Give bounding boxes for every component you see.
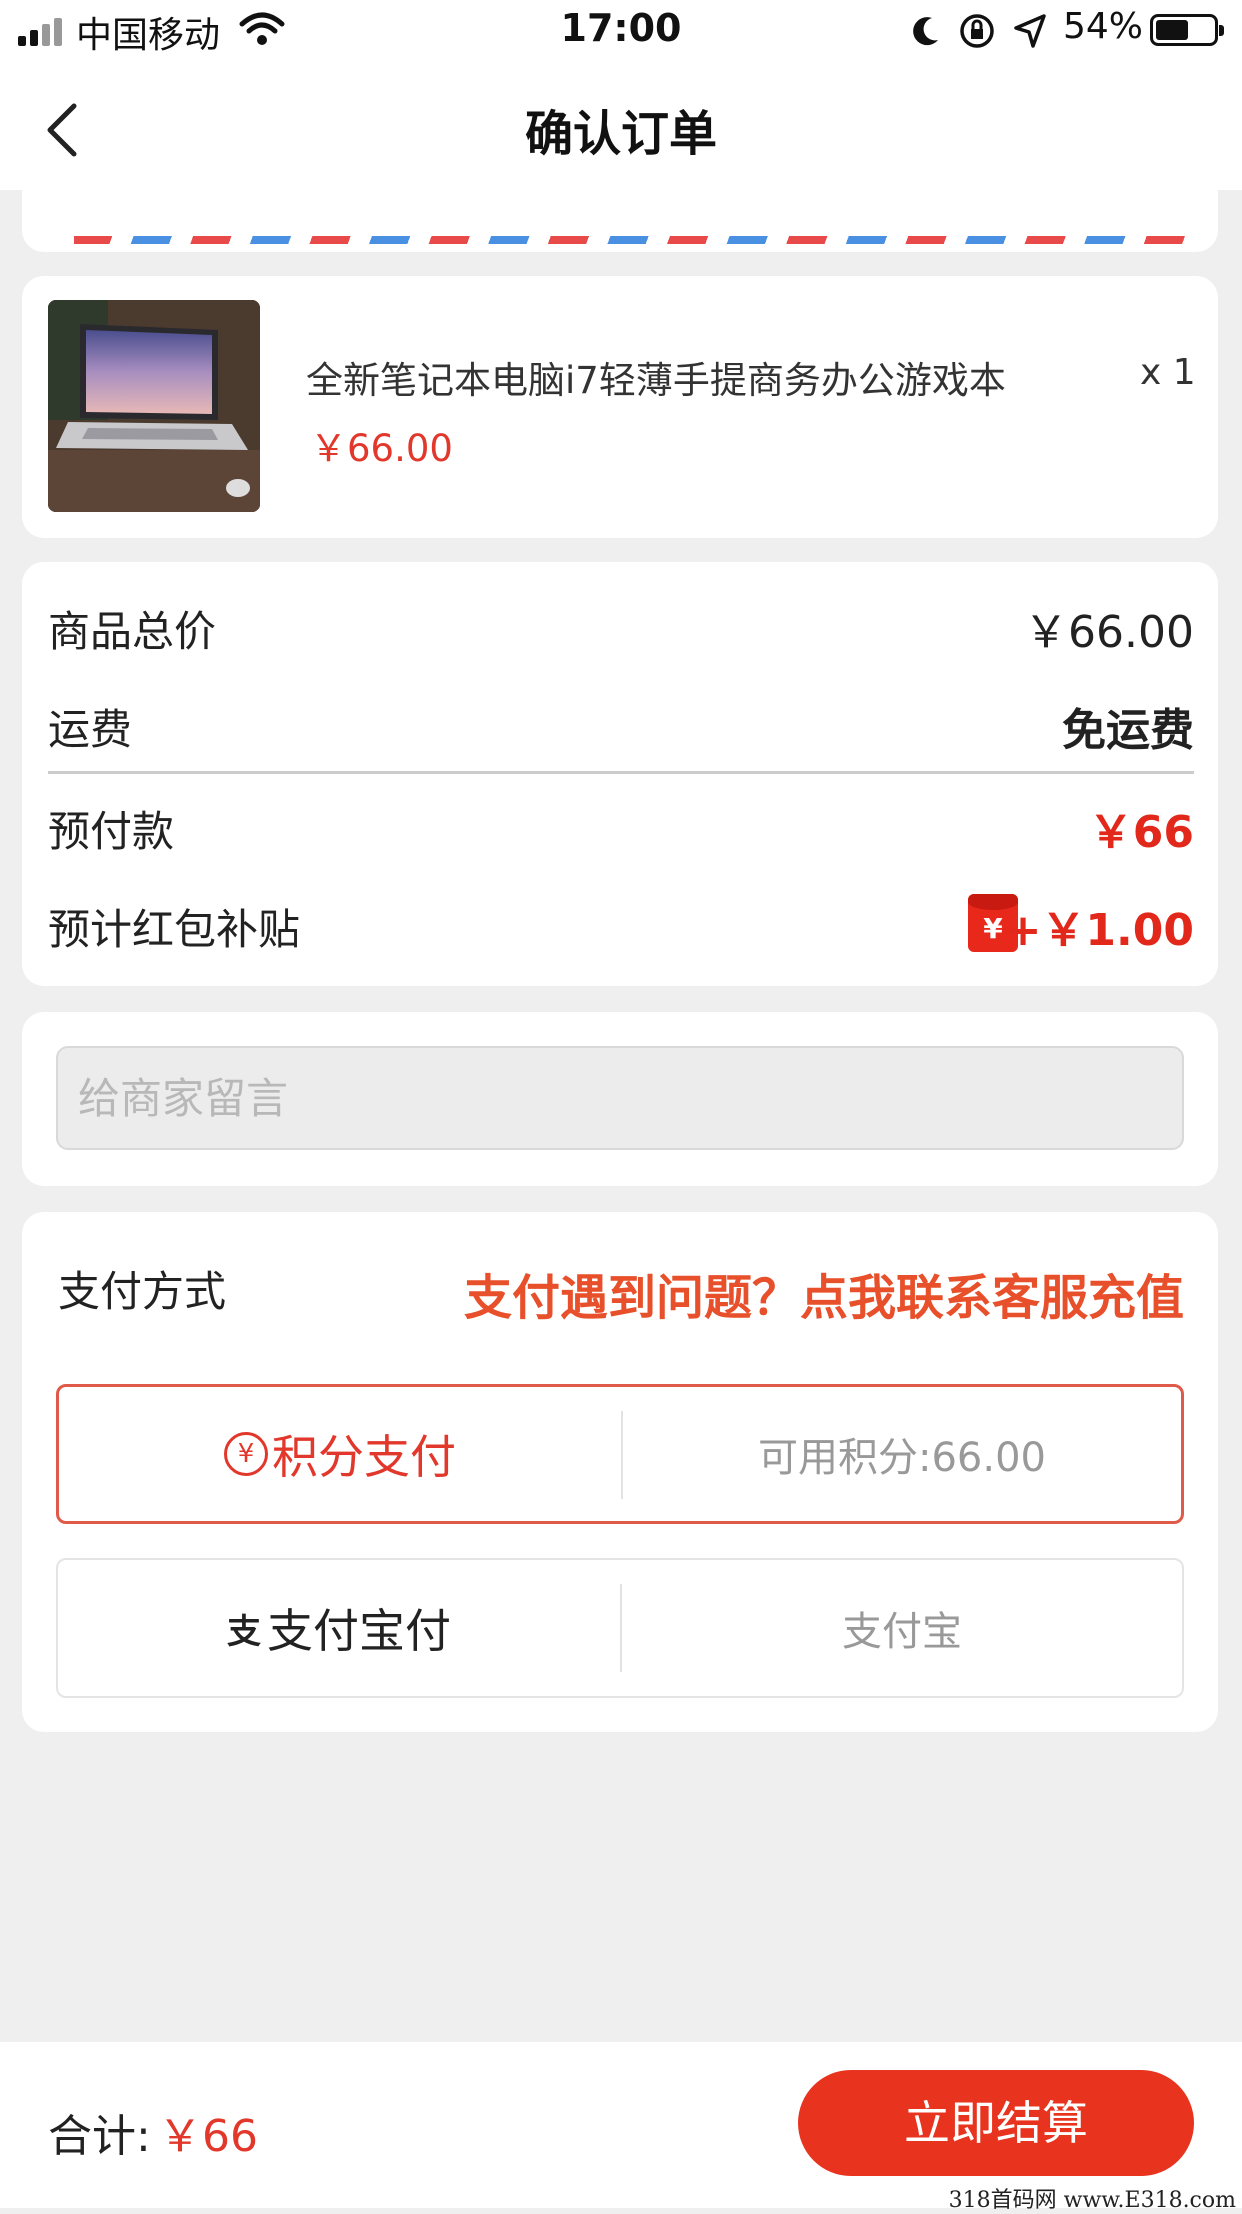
page-title: 确认订单 [524, 106, 717, 162]
total-amount: ￥66 [158, 2111, 258, 2162]
clock: 17:00 [560, 6, 682, 50]
total-label: 合计: [48, 2111, 151, 2162]
moon-icon [913, 17, 938, 46]
product-image [48, 300, 260, 512]
battery-percentage: 54% [1063, 6, 1144, 47]
address-card[interactable] [22, 170, 1218, 252]
payment-method-title: 支付方式 [58, 1267, 227, 1316]
product-quantity: x 1 [1140, 352, 1196, 393]
alipay-detail-text: 支付宝 [842, 1609, 962, 1655]
subsidy-label: 预计红包补贴 [48, 905, 301, 954]
shipping-label: 运费 [48, 705, 133, 754]
location-arrow-icon [1014, 14, 1046, 48]
alipay-icon: 支 [227, 1611, 261, 1652]
yuan-coin-icon: ¥ [224, 1432, 268, 1476]
points-payment-option[interactable]: ¥ 积分支付 可用积分:66.00 [56, 1384, 1184, 1524]
points-available-text: 可用积分:66.00 [758, 1435, 1046, 1481]
rotation-lock-icon [960, 14, 994, 48]
battery-icon [1150, 14, 1224, 46]
goods-total-value: ￥66.00 [1024, 607, 1194, 658]
payment-help-link[interactable]: 支付遇到问题？点我联系客服充值 [464, 1258, 1184, 1328]
prepay-label: 预付款 [48, 807, 175, 856]
checkout-button[interactable]: 立即结算 [798, 2070, 1194, 2176]
alipay-payment-left: 支 支付宝付 [58, 1560, 620, 1696]
watermark-text: 318首码网 www.E318.com [948, 2188, 1236, 2213]
points-payment-left: ¥ 积分支付 [59, 1387, 621, 1521]
alipay-payment-label: 支付宝付 [267, 1604, 451, 1658]
status-bar: 中国移动 17:00 54% [0, 0, 1242, 64]
goods-total-label: 商品总价 [48, 607, 217, 656]
product-price: ￥66.00 [310, 427, 453, 470]
product-name: 全新笔记本电脑i7轻薄手提商务办公游戏本 [306, 359, 1006, 402]
airmail-stripe [74, 236, 1190, 244]
seller-message-input[interactable] [56, 1046, 1184, 1150]
summary-divider [48, 771, 1194, 774]
alipay-payment-option[interactable]: 支 支付宝付 支付宝 [56, 1558, 1184, 1698]
prepay-value: ￥66 [1088, 807, 1194, 858]
shipping-value: 免运费 [1062, 705, 1194, 756]
points-payment-label: 积分支付 [272, 1430, 456, 1484]
subsidy-value: +￥1.00 [1004, 905, 1194, 956]
